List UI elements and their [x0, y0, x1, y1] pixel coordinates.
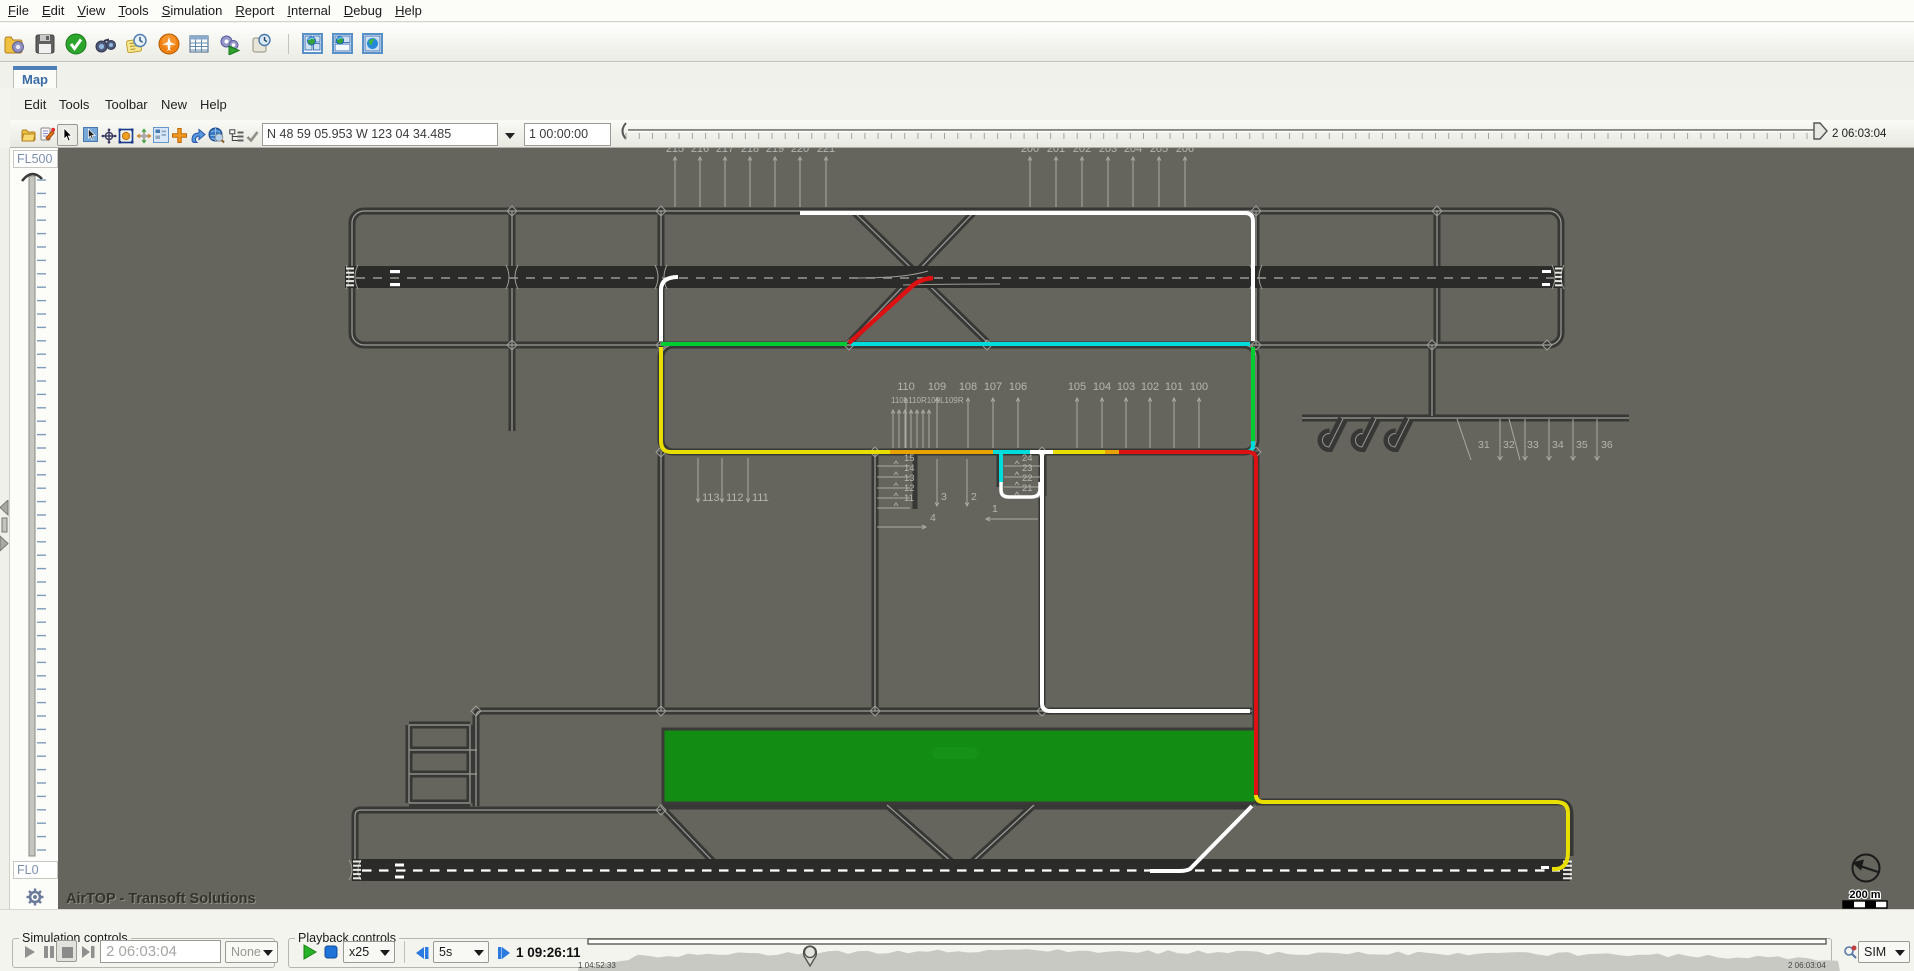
- svg-text:200: 200: [1021, 148, 1039, 155]
- svg-text:3: 3: [941, 491, 947, 503]
- svg-text:100: 100: [1190, 381, 1208, 393]
- svg-text:219: 219: [766, 148, 784, 155]
- svg-text:2 06:03:04: 2 06:03:04: [1788, 961, 1826, 970]
- svg-text:205: 205: [1150, 148, 1168, 155]
- svg-text:109: 109: [928, 381, 946, 393]
- svg-text:33: 33: [1527, 439, 1539, 451]
- svg-text:203: 203: [1099, 148, 1117, 155]
- svg-text:112: 112: [726, 492, 744, 504]
- svg-text:AirTOP - Transoft Solutions: AirTOP - Transoft Solutions: [66, 891, 256, 907]
- svg-text:204: 204: [1124, 148, 1142, 155]
- svg-text:11: 11: [904, 493, 914, 504]
- svg-text:110: 110: [897, 381, 915, 393]
- svg-text:220: 220: [791, 148, 809, 155]
- svg-text:113: 113: [702, 492, 720, 504]
- svg-text:215: 215: [666, 148, 684, 155]
- svg-text:111: 111: [752, 492, 769, 504]
- svg-text:217: 217: [716, 148, 734, 155]
- svg-text:107: 107: [984, 381, 1002, 393]
- svg-text:216: 216: [691, 148, 709, 155]
- svg-text:201: 201: [1047, 148, 1065, 155]
- svg-text:31: 31: [1478, 439, 1490, 451]
- svg-text:200 m: 200 m: [1849, 889, 1880, 901]
- svg-text:108: 108: [959, 381, 977, 393]
- svg-text:218: 218: [741, 148, 759, 155]
- svg-text:103: 103: [1117, 381, 1135, 393]
- svg-text:35: 35: [1576, 439, 1588, 451]
- svg-text:4: 4: [930, 512, 936, 524]
- svg-text:105: 105: [1068, 381, 1086, 393]
- svg-text:101: 101: [1165, 381, 1183, 393]
- svg-text:104: 104: [1093, 381, 1111, 393]
- svg-text:206: 206: [1176, 148, 1194, 155]
- svg-text:21: 21: [1022, 483, 1033, 494]
- svg-text:34: 34: [1552, 439, 1564, 451]
- svg-text:1: 1: [992, 503, 998, 515]
- svg-text:32: 32: [1503, 439, 1515, 451]
- svg-text:36: 36: [1601, 439, 1613, 451]
- svg-text:102: 102: [1141, 381, 1159, 393]
- svg-text:2: 2: [971, 491, 977, 503]
- svg-text:1 04:52:33: 1 04:52:33: [578, 961, 616, 970]
- svg-text:221: 221: [817, 148, 835, 155]
- svg-text:202: 202: [1073, 148, 1091, 155]
- svg-text:106: 106: [1009, 381, 1027, 393]
- svg-text:110L110R109L109R: 110L110R109L109R: [891, 396, 964, 405]
